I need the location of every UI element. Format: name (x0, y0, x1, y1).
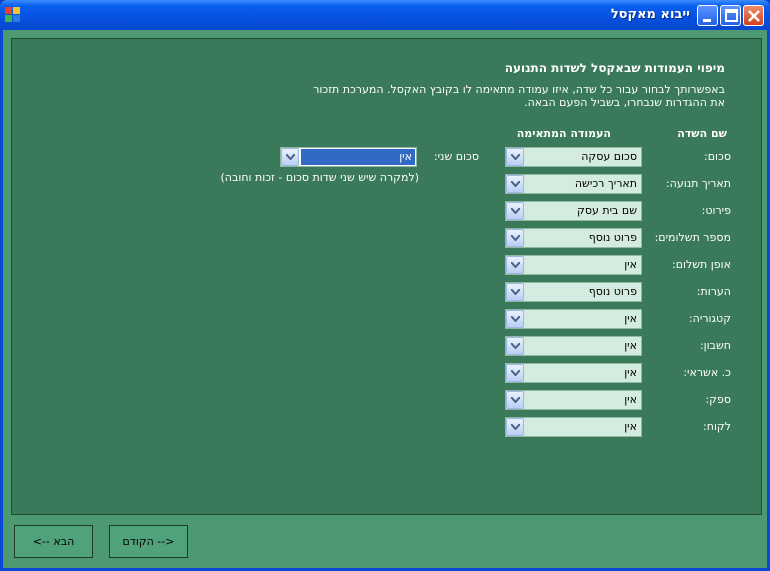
account-column-select[interactable]: אין (505, 336, 642, 356)
title-bar[interactable]: ייבוא מאקסל (0, 0, 770, 30)
chevron-down-icon (511, 154, 520, 160)
previous-button-label: <-- הקודם (122, 535, 175, 548)
close-icon (748, 10, 760, 22)
field-label-category: קטגוריה: (688, 312, 731, 325)
supplier-column-select[interactable]: אין (505, 390, 642, 410)
transaction-date-column-value: תאריך רכישה (574, 177, 637, 190)
mapping-panel: מיפוי העמודות שבאקסל לשדות התנועה באפשרו… (11, 38, 762, 515)
amount-column-select[interactable]: סכום עסקה (505, 147, 642, 167)
selection-highlight (301, 149, 415, 165)
dropdown-arrow-button[interactable] (506, 391, 524, 409)
dropdown-arrow-button[interactable] (506, 202, 524, 220)
column-header-field-name: שם השדה (677, 127, 727, 140)
previous-button[interactable]: <-- הקודם (109, 525, 188, 558)
field-label-payment-method: אופן תשלום: (672, 258, 731, 271)
column-header-matching-column: העמודה המתאימה (516, 127, 611, 140)
chevron-down-icon (286, 154, 295, 160)
chevron-down-icon (511, 343, 520, 349)
installments-column-select[interactable]: פרוט נוסף (505, 228, 642, 248)
next-button-label: הבא --> (32, 535, 75, 548)
dropdown-arrow-button[interactable] (506, 256, 524, 274)
field-label-transaction-date: תאריך תנועה: (665, 177, 731, 190)
minimize-icon (703, 19, 711, 22)
notes-column-select[interactable]: פרוט נוסף (505, 282, 642, 302)
field-label-customer: לקוח: (703, 420, 731, 433)
credit-card-column-value: אין (624, 366, 637, 379)
field-label-amount: סכום: (704, 150, 731, 163)
client-area: מיפוי העמודות שבאקסל לשדות התנועה באפשרו… (3, 30, 767, 568)
field-label-supplier: ספק: (705, 393, 731, 406)
dropdown-arrow-button[interactable] (506, 283, 524, 301)
minimize-button[interactable] (697, 5, 718, 26)
chevron-down-icon (511, 181, 520, 187)
installments-column-value: פרוט נוסף (588, 231, 637, 244)
payment-method-column-value: אין (624, 258, 637, 271)
field-label-details: פירוט: (701, 204, 731, 217)
category-column-select[interactable]: אין (505, 309, 642, 329)
chevron-down-icon (511, 370, 520, 376)
field-label-credit-card: כ. אשראי: (683, 366, 731, 379)
category-column-value: אין (624, 312, 637, 325)
dropdown-arrow-button[interactable] (506, 148, 524, 166)
field-label-second-amount: סכום שני: (433, 150, 479, 163)
page-heading: מיפוי העמודות שבאקסל לשדות התנועה (504, 61, 725, 75)
next-button[interactable]: הבא --> (14, 525, 93, 558)
close-button[interactable] (743, 5, 764, 26)
account-column-value: אין (624, 339, 637, 352)
customer-column-value: אין (624, 420, 637, 433)
maximize-icon (725, 9, 738, 22)
dropdown-arrow-button[interactable] (506, 418, 524, 436)
chevron-down-icon (511, 289, 520, 295)
transaction-date-column-select[interactable]: תאריך רכישה (505, 174, 642, 194)
dropdown-arrow-button[interactable] (281, 148, 299, 166)
dropdown-arrow-button[interactable] (506, 310, 524, 328)
app-icon[interactable] (5, 7, 21, 23)
amount-column-value: סכום עסקה (581, 150, 637, 163)
second-amount-note: (למקרה שיש שני שדות סכום - זכות וחובה) (220, 171, 419, 184)
page-description: באפשרותך לבחור עבור כל שדה, איזו עמודה מ… (313, 83, 725, 109)
field-label-account: חשבון: (699, 339, 731, 352)
chevron-down-icon (511, 397, 520, 403)
customer-column-select[interactable]: אין (505, 417, 642, 437)
credit-card-column-select[interactable]: אין (505, 363, 642, 383)
second-amount-column-value: אין (399, 150, 412, 163)
payment-method-column-select[interactable]: אין (505, 255, 642, 275)
supplier-column-value: אין (624, 393, 637, 406)
window-title: ייבוא מאקסל (610, 7, 690, 22)
chevron-down-icon (511, 316, 520, 322)
dropdown-arrow-button[interactable] (506, 229, 524, 247)
details-column-select[interactable]: שם בית עסק (505, 201, 642, 221)
chevron-down-icon (511, 424, 520, 430)
maximize-button[interactable] (720, 5, 741, 26)
chevron-down-icon (511, 208, 520, 214)
dropdown-arrow-button[interactable] (506, 364, 524, 382)
chevron-down-icon (511, 262, 520, 268)
dropdown-arrow-button[interactable] (506, 175, 524, 193)
field-label-notes: הערות: (696, 285, 731, 298)
field-label-installments: מספר תשלומים: (654, 231, 731, 244)
notes-column-value: פרוט נוסף (588, 285, 637, 298)
details-column-value: שם בית עסק (577, 204, 637, 217)
application-window: ייבוא מאקסל מיפוי העמודות שבאקסל לשדות ה… (0, 0, 770, 571)
dropdown-arrow-button[interactable] (506, 337, 524, 355)
chevron-down-icon (511, 235, 520, 241)
second-amount-column-select[interactable]: אין (280, 147, 417, 167)
